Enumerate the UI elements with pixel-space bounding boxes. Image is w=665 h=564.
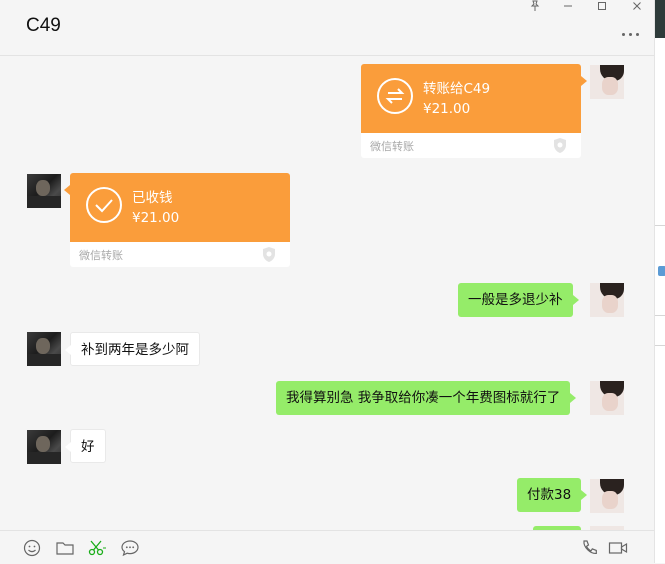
transfer-title: 已收钱 <box>132 190 173 206</box>
bubble-tail <box>65 442 71 452</box>
input-toolbar <box>0 530 654 564</box>
my-avatar[interactable] <box>590 283 624 317</box>
maximize-icon[interactable] <box>592 0 612 14</box>
emoji-icon[interactable] <box>22 539 42 557</box>
video-icon[interactable] <box>608 539 628 557</box>
transfer-footer: 微信转账 <box>70 242 290 267</box>
message-bubble-sent[interactable]: 付款38 <box>517 478 588 512</box>
scissors-icon[interactable] <box>87 539 107 557</box>
folder-icon[interactable] <box>55 539 75 557</box>
transfer-title: 转账给C49 <box>423 81 491 97</box>
message-text: 付款38 <box>527 487 572 503</box>
chat-title: C49 <box>26 15 61 36</box>
my-avatar[interactable] <box>590 381 624 415</box>
message-text: 补到两年是多少阿 <box>81 342 189 358</box>
transfer-arrows-icon <box>377 78 413 114</box>
bubble-tail <box>65 345 71 355</box>
bubble-tail <box>581 76 587 86</box>
contact-avatar[interactable] <box>27 174 61 208</box>
message-text: 我得算别急 我争取给你凑一个年费图标就行了 <box>286 390 561 406</box>
phone-icon[interactable] <box>580 539 600 557</box>
message-text: 好 <box>81 439 95 455</box>
message-bubble-received[interactable]: 好 <box>65 429 106 463</box>
bubble-tail <box>572 295 579 305</box>
bubble-tail <box>64 185 70 195</box>
transfer-card-sent[interactable]: 转账给C49 ¥21.00 微信转账 <box>361 64 587 158</box>
minimize-icon[interactable] <box>558 0 578 14</box>
contact-avatar[interactable] <box>27 430 61 464</box>
bubble-tail <box>570 393 577 403</box>
bubble-tail <box>581 490 588 500</box>
message-bubble-sent[interactable]: 一般是多退少补 <box>458 283 579 317</box>
transfer-amount: ¥21.00 <box>132 210 180 226</box>
background-window-strip <box>654 0 665 563</box>
pin-icon[interactable] <box>525 0 545 14</box>
transfer-card-body: 转账给C49 ¥21.00 <box>361 64 581 133</box>
transfer-footer-label: 微信转账 <box>79 249 123 262</box>
shield-icon <box>261 246 277 266</box>
transfer-footer: 微信转账 <box>361 133 581 158</box>
transfer-card-received[interactable]: 已收钱 ¥21.00 微信转账 <box>64 173 290 267</box>
transfer-amount: ¥21.00 <box>423 101 471 117</box>
chat-history-icon[interactable] <box>120 539 140 557</box>
contact-avatar[interactable] <box>27 332 61 366</box>
message-bubble-received[interactable]: 补到两年是多少阿 <box>65 332 200 366</box>
transfer-footer-label: 微信转账 <box>370 140 414 153</box>
message-bubble-sent[interactable]: 我得算别急 我争取给你凑一个年费图标就行了 <box>276 381 577 415</box>
my-avatar[interactable] <box>590 479 624 513</box>
check-icon <box>86 187 122 223</box>
message-text: 一般是多退少补 <box>468 292 563 308</box>
more-options-icon[interactable] <box>622 33 642 39</box>
my-avatar[interactable] <box>590 65 624 99</box>
chat-window: C49 转账给C49 ¥21.00 微信转账 已收钱 ¥21.00 微信转账 一… <box>0 0 654 564</box>
shield-icon <box>552 137 568 157</box>
transfer-card-body: 已收钱 ¥21.00 <box>70 173 290 242</box>
chat-header: C49 <box>0 0 654 56</box>
close-icon[interactable] <box>627 0 647 14</box>
